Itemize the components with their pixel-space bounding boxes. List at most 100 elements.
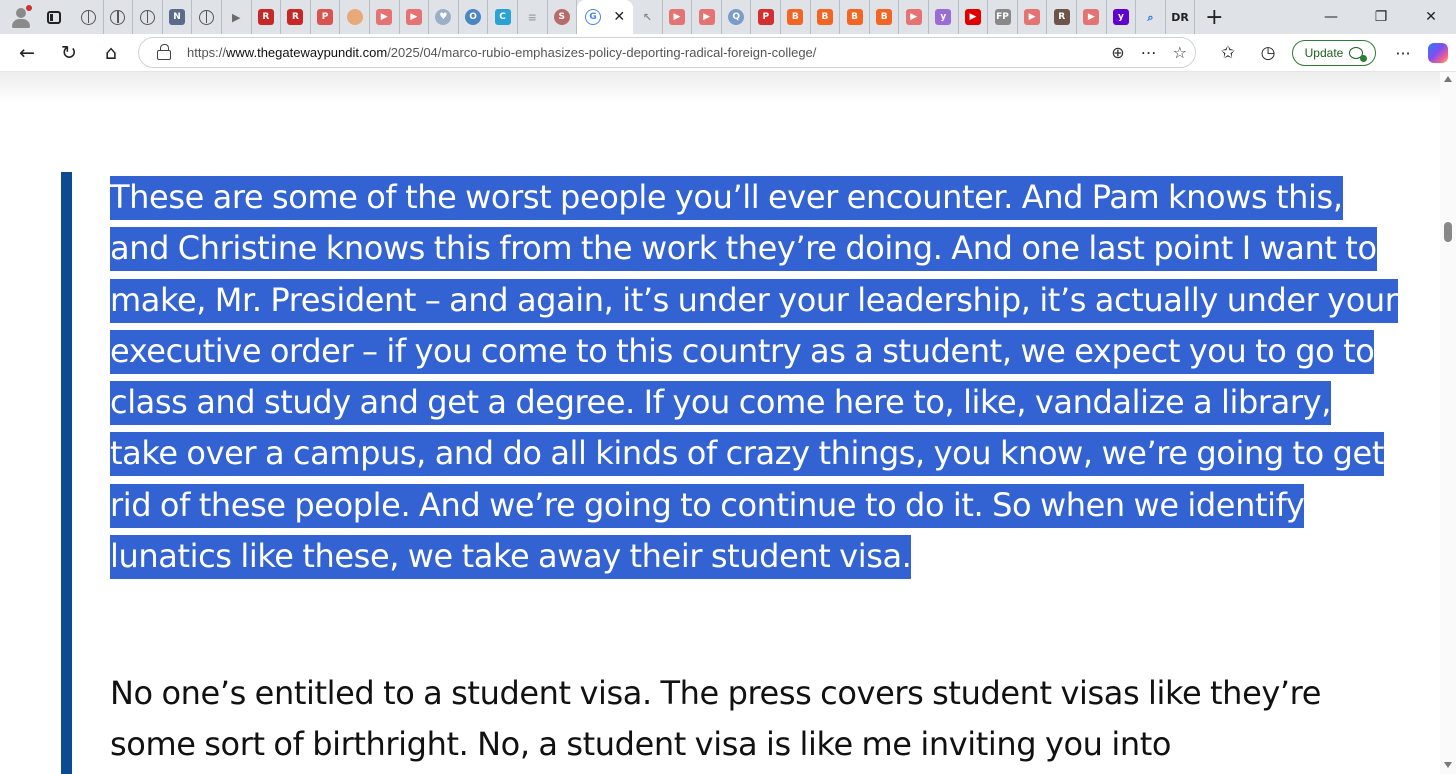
browser-toolbar: ← ↻ ⌂ https://www.thegatewaypundit.com/2… <box>0 34 1456 72</box>
tab[interactable]: y <box>1107 0 1137 34</box>
settings-menu-button[interactable]: ··· <box>1386 34 1420 72</box>
favorites-icon[interactable]: ✩ <box>1208 34 1248 72</box>
article-paragraph[interactable]: No one’s entitled to a student visa. The… <box>110 668 1400 770</box>
tab[interactable]: R <box>1047 0 1077 34</box>
tab[interactable]: B <box>870 0 900 34</box>
url-text[interactable]: https://www.thegatewaypundit.com/2025/04… <box>187 45 816 60</box>
tab-active[interactable]: G ✕ <box>577 0 634 34</box>
tab[interactable]: S <box>548 0 578 34</box>
window-controls: — ❐ ✕ <box>1306 0 1456 34</box>
tab[interactable]: R <box>252 0 282 34</box>
tab[interactable]: FP <box>988 0 1018 34</box>
url-path: /2025/04/marco-rubio-emphasizes-policy-d… <box>387 45 817 60</box>
yahoo-icon: y <box>1112 9 1129 25</box>
back-button[interactable]: ← <box>6 34 48 72</box>
pdf-icon: P <box>757 9 774 25</box>
tab[interactable]: ⌕ <box>1136 0 1166 34</box>
scroll-thumb[interactable] <box>1444 222 1452 242</box>
circle-icon: O <box>465 9 482 25</box>
vertical-tabs-icon <box>47 10 61 24</box>
maximize-button[interactable]: ❐ <box>1356 0 1406 34</box>
address-bar[interactable]: https://www.thegatewaypundit.com/2025/04… <box>138 37 1196 68</box>
address-bar-actions: ⊕ ⋯ ☆ <box>1111 38 1187 67</box>
bookmark-icon: B <box>816 9 833 25</box>
close-window-button[interactable]: ✕ <box>1406 0 1456 34</box>
tab[interactable]: ↖ <box>633 0 663 34</box>
reload-button[interactable]: ↻ <box>48 34 90 72</box>
tab[interactable]: B <box>781 0 811 34</box>
update-label: Update <box>1304 46 1344 60</box>
notification-dot <box>26 5 32 11</box>
globe-icon <box>139 9 155 25</box>
home-button[interactable]: ⌂ <box>90 34 132 72</box>
bookmark-icon: B <box>846 9 863 25</box>
tab[interactable]: y <box>929 0 959 34</box>
tab[interactable]: ▶ <box>400 0 430 34</box>
url-scheme: https:// <box>187 45 227 60</box>
page-scrollbar[interactable] <box>1440 72 1456 774</box>
tab[interactable]: P <box>751 0 782 34</box>
video-icon: ▶ <box>376 9 393 25</box>
profile-avatar-icon[interactable] <box>0 0 34 34</box>
tab[interactable]: ♥ <box>429 0 459 34</box>
tab-list: N ▶ R R P ▶ ▶ ♥ O C ≡ S G ✕ ↖ ▶ ▶ Q P B B B B ▶ y ▶ FP ▶ R ▶ y ⌕ DR <box>74 0 1196 34</box>
globe-icon <box>80 9 96 25</box>
tab[interactable]: ▶ <box>370 0 400 34</box>
tab[interactable]: B <box>811 0 841 34</box>
tab-actions-button[interactable] <box>34 0 74 34</box>
page-content: These are some of the worst people you’l… <box>0 72 1440 774</box>
circle-icon <box>346 9 363 25</box>
tab[interactable]: B <box>840 0 870 34</box>
tab[interactable] <box>340 0 370 34</box>
tab[interactable] <box>192 0 222 34</box>
tab[interactable]: N <box>163 0 193 34</box>
circle-icon: Q <box>728 9 745 25</box>
zoom-icon[interactable]: ⊕ <box>1111 43 1124 62</box>
tab[interactable] <box>74 0 104 34</box>
lock-icon[interactable] <box>157 44 171 60</box>
tab[interactable]: C <box>488 0 518 34</box>
tab-strip: N ▶ R R P ▶ ▶ ♥ O C ≡ S G ✕ ↖ ▶ ▶ Q P B B B B ▶ y ▶ FP ▶ R ▶ y ⌕ DR + — … <box>0 0 1456 34</box>
tab[interactable]: ▶ <box>899 0 930 34</box>
tab[interactable]: ▶ <box>1077 0 1107 34</box>
tab[interactable]: ▶ <box>663 0 693 34</box>
history-icon[interactable]: ◷ <box>1248 34 1288 72</box>
blockquote-border <box>61 172 72 774</box>
r-logo-icon: R <box>257 9 274 25</box>
more-tools-icon[interactable]: ⋯ <box>1141 43 1157 62</box>
minimize-button[interactable]: — <box>1306 0 1356 34</box>
tab[interactable] <box>104 0 134 34</box>
copilot-button[interactable] <box>1420 34 1456 72</box>
tab[interactable]: Q <box>722 0 752 34</box>
tab[interactable]: O <box>459 0 489 34</box>
tab[interactable]: DR <box>1166 0 1196 34</box>
tab[interactable]: ≡ <box>518 0 548 34</box>
favorite-star-icon[interactable]: ☆ <box>1173 43 1187 62</box>
scroll-down-arrow-icon[interactable] <box>1444 762 1452 768</box>
circle-icon: S <box>553 9 570 25</box>
tab[interactable]: ▶ <box>692 0 722 34</box>
r-logo-icon: R <box>1053 9 1070 25</box>
header-shadow <box>0 72 1440 102</box>
update-button[interactable]: Update <box>1292 40 1376 66</box>
new-tab-button[interactable]: + <box>1195 0 1233 34</box>
dr-icon: DR <box>1171 10 1189 24</box>
tab[interactable]: P <box>311 0 341 34</box>
video-icon: ▶ <box>1024 9 1041 25</box>
scroll-up-arrow-icon[interactable] <box>1444 76 1452 82</box>
video-icon: ▶ <box>1083 9 1100 25</box>
selected-quote-text[interactable]: These are some of the worst people you’l… <box>110 176 1398 580</box>
video-icon: ▶ <box>698 9 715 25</box>
arrow-icon: ▶ <box>232 10 241 24</box>
tab[interactable] <box>133 0 163 34</box>
tab[interactable]: ▶ <box>222 0 252 34</box>
shield-icon: ♥ <box>435 9 452 25</box>
tab[interactable]: R <box>281 0 311 34</box>
video-icon: ▶ <box>668 9 685 25</box>
close-tab-icon[interactable]: ✕ <box>613 10 625 24</box>
tab[interactable]: ▶ <box>1018 0 1048 34</box>
video-icon: ▶ <box>405 9 422 25</box>
tab[interactable]: ▶ <box>959 0 989 34</box>
blockquote: These are some of the worst people you’l… <box>110 172 1400 582</box>
update-heart-icon <box>1349 47 1368 62</box>
